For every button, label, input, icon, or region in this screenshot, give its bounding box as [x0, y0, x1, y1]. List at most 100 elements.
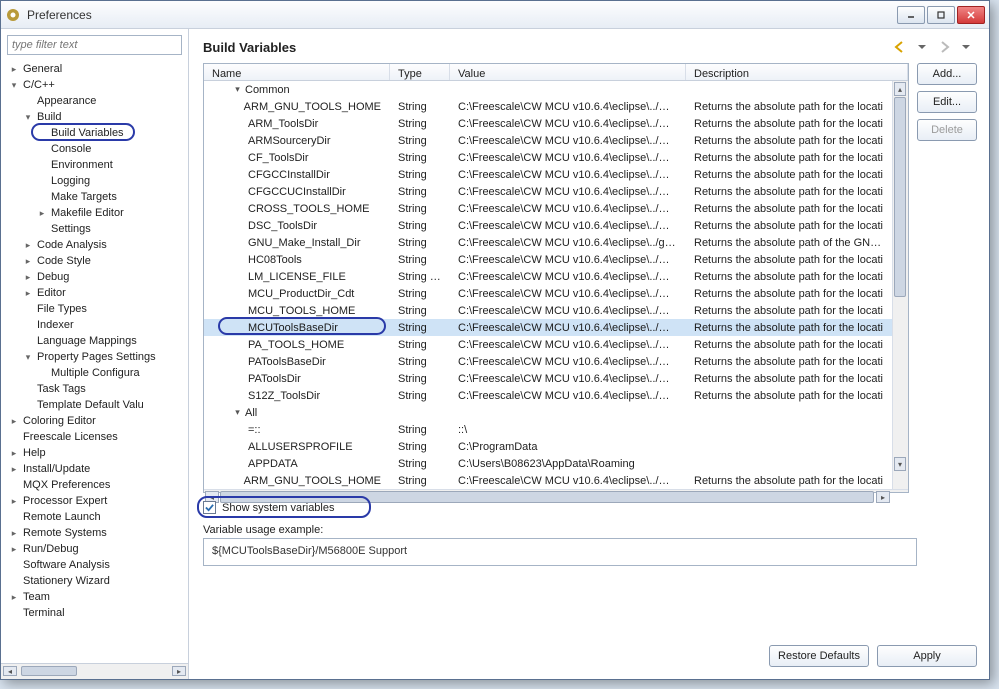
chevron-right-icon[interactable]: ▸: [23, 240, 33, 250]
tree-item[interactable]: ▸Help: [9, 445, 186, 461]
chevron-right-icon[interactable]: ▸: [9, 528, 19, 538]
table-row[interactable]: PAToolsDirStringC:\Freescale\CW MCU v10.…: [204, 370, 892, 387]
table-row[interactable]: ARM_GNU_TOOLS_HOMEStringC:\Freescale\CW …: [204, 98, 892, 115]
tree-item[interactable]: Indexer: [23, 317, 186, 333]
tree-item[interactable]: ▸Install/Update: [9, 461, 186, 477]
tree-item[interactable]: Stationery Wizard: [9, 573, 186, 589]
nav-back-menu-icon[interactable]: [913, 39, 931, 55]
tree-item[interactable]: Task Tags: [23, 381, 186, 397]
tree-item[interactable]: Logging: [37, 173, 186, 189]
table-row[interactable]: PA_TOOLS_HOMEStringC:\Freescale\CW MCU v…: [204, 336, 892, 353]
table-group-row[interactable]: ▾Common: [204, 81, 892, 98]
table-row[interactable]: LM_LICENSE_FILEString ListC:\Freescale\C…: [204, 268, 892, 285]
table-body[interactable]: ▾CommonARM_GNU_TOOLS_HOMEStringC:\Freesc…: [204, 81, 892, 489]
tree-item[interactable]: Software Analysis: [9, 557, 186, 573]
chevron-down-icon[interactable]: ▾: [232, 84, 243, 95]
filter-input[interactable]: [7, 35, 182, 55]
tree-item[interactable]: Build Variables: [37, 125, 186, 141]
tree-item[interactable]: Appearance: [23, 93, 186, 109]
tree-item[interactable]: ▸Remote Systems: [9, 525, 186, 541]
col-desc[interactable]: Description: [686, 64, 908, 80]
scroll-right-icon[interactable]: ▸: [172, 666, 186, 676]
chevron-right-icon[interactable]: ▸: [37, 208, 47, 218]
chevron-right-icon[interactable]: ▸: [9, 64, 19, 74]
tree-item[interactable]: Terminal: [9, 605, 186, 621]
apply-button[interactable]: Apply: [877, 645, 977, 667]
chevron-down-icon[interactable]: ▾: [23, 352, 33, 362]
scroll-thumb[interactable]: [21, 666, 77, 676]
add-button[interactable]: Add...: [917, 63, 977, 85]
table-row[interactable]: ALLUSERSPROFILEStringC:\ProgramData: [204, 438, 892, 455]
tree-item[interactable]: ▾Build: [23, 109, 186, 125]
tree-item[interactable]: MQX Preferences: [9, 477, 186, 493]
restore-defaults-button[interactable]: Restore Defaults: [769, 645, 869, 667]
tree-item[interactable]: ▸Team: [9, 589, 186, 605]
chevron-right-icon[interactable]: ▸: [23, 288, 33, 298]
titlebar[interactable]: Preferences: [1, 1, 989, 29]
tree-item[interactable]: ▸Code Style: [23, 253, 186, 269]
tree-item[interactable]: ▸Editor: [23, 285, 186, 301]
table-row[interactable]: CROSS_TOOLS_HOMEStringC:\Freescale\CW MC…: [204, 200, 892, 217]
tree-item[interactable]: ▸Run/Debug: [9, 541, 186, 557]
table-row[interactable]: ARMSourceryDirStringC:\Freescale\CW MCU …: [204, 132, 892, 149]
tree-item[interactable]: File Types: [23, 301, 186, 317]
table-row[interactable]: HC08ToolsStringC:\Freescale\CW MCU v10.6…: [204, 251, 892, 268]
table-row[interactable]: MCU_TOOLS_HOMEStringC:\Freescale\CW MCU …: [204, 302, 892, 319]
nav-back-icon[interactable]: [891, 39, 909, 55]
tree-item[interactable]: ▸Code Analysis: [23, 237, 186, 253]
chevron-right-icon[interactable]: ▸: [9, 448, 19, 458]
scroll-up-icon[interactable]: ▴: [894, 82, 906, 96]
table-row[interactable]: CF_ToolsDirStringC:\Freescale\CW MCU v10…: [204, 149, 892, 166]
tree-item[interactable]: ▸Makefile Editor: [37, 205, 186, 221]
delete-button[interactable]: Delete: [917, 119, 977, 141]
tree-item[interactable]: Freescale Licenses: [9, 429, 186, 445]
tree-item[interactable]: ▸Processor Expert: [9, 493, 186, 509]
table-row[interactable]: ARM_GNU_TOOLS_HOMEStringC:\Freescale\CW …: [204, 472, 892, 489]
col-value[interactable]: Value: [450, 64, 686, 80]
table-row[interactable]: DSC_ToolsDirStringC:\Freescale\CW MCU v1…: [204, 217, 892, 234]
table-row[interactable]: GNU_Make_Install_DirStringC:\Freescale\C…: [204, 234, 892, 251]
maximize-button[interactable]: [927, 6, 955, 24]
table-row[interactable]: PAToolsBaseDirStringC:\Freescale\CW MCU …: [204, 353, 892, 370]
nav-fwd-menu-icon[interactable]: [957, 39, 975, 55]
col-name[interactable]: Name: [204, 64, 390, 80]
tree-item[interactable]: Language Mappings: [23, 333, 186, 349]
tree-item[interactable]: Template Default Valu: [23, 397, 186, 413]
close-button[interactable]: [957, 6, 985, 24]
col-type[interactable]: Type: [390, 64, 450, 80]
table-row[interactable]: S12Z_ToolsDirStringC:\Freescale\CW MCU v…: [204, 387, 892, 404]
scroll-down-icon[interactable]: ▾: [894, 457, 906, 471]
tree-item[interactable]: Multiple Configura: [37, 365, 186, 381]
chevron-right-icon[interactable]: ▸: [23, 256, 33, 266]
chevron-down-icon[interactable]: ▾: [23, 112, 33, 122]
table-row[interactable]: MCUToolsBaseDirStringC:\Freescale\CW MCU…: [204, 319, 892, 336]
tree-item[interactable]: ▸Debug: [23, 269, 186, 285]
chevron-right-icon[interactable]: ▸: [9, 496, 19, 506]
table-row[interactable]: APPDATAStringC:\Users\B08623\AppData\Roa…: [204, 455, 892, 472]
chevron-right-icon[interactable]: ▸: [9, 592, 19, 602]
scroll-left-icon[interactable]: ◂: [3, 666, 17, 676]
table-hscrollbar[interactable]: ◂ ▸: [204, 489, 908, 492]
table-group-row[interactable]: ▾All: [204, 404, 892, 421]
chevron-right-icon[interactable]: ▸: [9, 464, 19, 474]
table-row[interactable]: CFGCCInstallDirStringC:\Freescale\CW MCU…: [204, 166, 892, 183]
chevron-down-icon[interactable]: ▾: [232, 407, 243, 418]
tree-item[interactable]: ▸Coloring Editor: [9, 413, 186, 429]
tree-item[interactable]: ▸General: [9, 61, 186, 77]
chevron-down-icon[interactable]: ▾: [9, 80, 19, 90]
sidebar-hscrollbar[interactable]: ◂ ▸: [1, 663, 188, 679]
vscroll-thumb[interactable]: [894, 97, 906, 297]
minimize-button[interactable]: [897, 6, 925, 24]
chevron-right-icon[interactable]: ▸: [9, 416, 19, 426]
tree-item[interactable]: Environment: [37, 157, 186, 173]
tree-item[interactable]: Make Targets: [37, 189, 186, 205]
chevron-right-icon[interactable]: ▸: [23, 272, 33, 282]
tree-item[interactable]: Console: [37, 141, 186, 157]
show-system-checkbox[interactable]: [203, 501, 216, 514]
tree-item[interactable]: ▾C/C++: [9, 77, 186, 93]
chevron-right-icon[interactable]: ▸: [9, 544, 19, 554]
tree-item[interactable]: Settings: [37, 221, 186, 237]
tree-item[interactable]: Remote Launch: [9, 509, 186, 525]
table-row[interactable]: =::String::\: [204, 421, 892, 438]
nav-fwd-icon[interactable]: [935, 39, 953, 55]
